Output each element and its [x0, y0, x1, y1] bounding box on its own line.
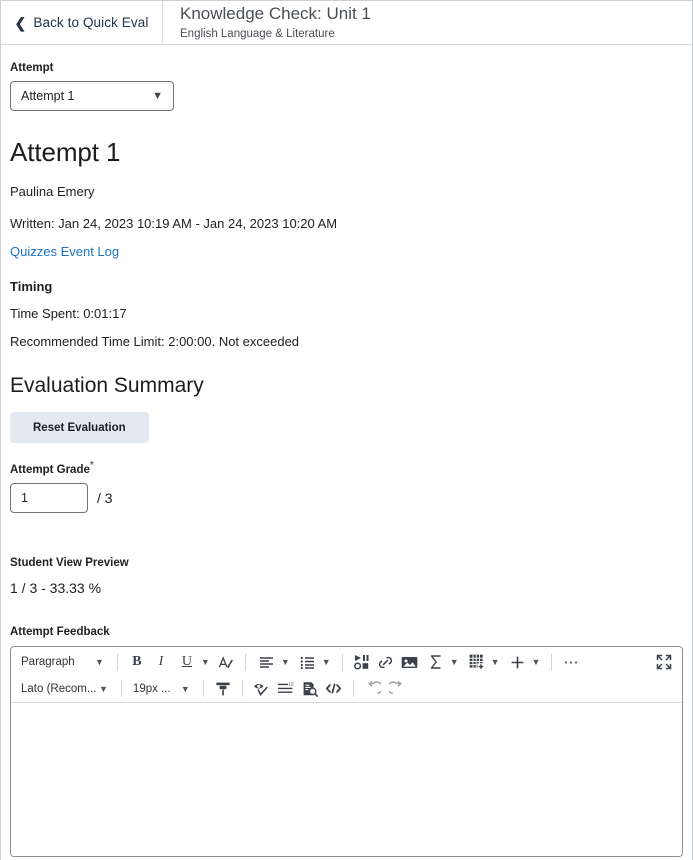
attempt-heading: Attempt 1 [10, 137, 121, 167]
document-preview-icon[interactable] [298, 677, 322, 701]
underline-split-button[interactable]: U ▼ [173, 650, 214, 674]
reset-evaluation-button[interactable]: Reset Evaluation [10, 412, 149, 443]
toolbar-separator [120, 680, 122, 698]
chevron-down-icon[interactable]: ▼ [201, 657, 210, 667]
page-subtitle: English Language & Literature [180, 28, 335, 40]
evaluation-summary-heading: Evaluation Summary [10, 374, 204, 397]
toolbar-separator [341, 653, 343, 671]
chevron-down-icon[interactable]: ▼ [322, 657, 331, 667]
bulleted-list-icon[interactable] [296, 650, 320, 674]
font-size-select[interactable]: 19px ... ▼ [129, 677, 196, 701]
page-root: ❮ Back to Quick Eval Knowledge Check: Un… [0, 0, 693, 860]
toolbar-separator [551, 653, 553, 671]
table-split-button[interactable]: ▼ [463, 650, 504, 674]
attempt-select-label: Attempt [10, 62, 54, 74]
table-icon[interactable] [465, 650, 489, 674]
attempt-select[interactable]: Attempt 1 [10, 81, 174, 111]
toolbar-separator [244, 653, 246, 671]
chevron-down-icon: ▼ [95, 657, 104, 668]
equation-sigma-icon[interactable] [424, 650, 448, 674]
written-timestamps: Written: Jan 24, 2023 10:19 AM - Jan 24,… [10, 216, 338, 231]
bold-button[interactable]: B [125, 650, 149, 674]
font-family-select[interactable]: Lato (Recom... ▼ [17, 677, 114, 701]
toolbar-separator [241, 680, 243, 698]
back-link-inner: ❮ Back to Quick Eval [15, 15, 149, 30]
fullscreen-icon[interactable] [652, 650, 676, 674]
quizzes-event-log-link[interactable]: Quizzes Event Log [10, 244, 119, 259]
attempt-grade-label: Attempt Grade* [10, 460, 683, 476]
editor-toolbar-row-1: Paragraph ▼ B I U ▼ ▼ ▼ ▼ ▼ ▼ ⋯ [11, 649, 682, 676]
required-marker: * [89, 460, 94, 471]
chevron-left-icon: ❮ [14, 14, 27, 31]
image-icon[interactable] [398, 650, 422, 674]
paragraph-style-select[interactable]: Paragraph ▼ [17, 650, 110, 674]
font-family-label: Lato (Recom... [21, 682, 97, 695]
undo-icon[interactable] [361, 677, 385, 701]
page-title: Knowledge Check: Unit 1 [180, 4, 371, 23]
text-color-icon[interactable] [214, 650, 238, 674]
svg-text:123: 123 [289, 682, 295, 687]
attempt-grade-label-text: Attempt Grade [10, 463, 90, 476]
font-size-label: 19px ... [132, 682, 171, 695]
redo-icon[interactable] [385, 677, 409, 701]
chevron-down-icon[interactable]: ▼ [450, 657, 459, 667]
time-spent: Time Spent: 0:01:17 [10, 306, 127, 321]
align-left-icon[interactable] [255, 650, 279, 674]
back-label: Back to Quick Eval [33, 15, 149, 30]
toolbar-separator [116, 653, 118, 671]
underline-button[interactable]: U [175, 650, 199, 674]
feedback-editor-content[interactable] [11, 702, 682, 856]
timing-heading: Timing [10, 279, 53, 294]
accessibility-checker-icon[interactable] [250, 677, 274, 701]
more-options-icon[interactable]: ⋯ [559, 650, 583, 674]
page-body: Attempt Attempt 1 ▼ Attempt 1 Paulina Em… [1, 62, 692, 857]
attempt-select-wrapper: Attempt 1 ▼ [10, 81, 174, 111]
time-limit: Recommended Time Limit: 2:00:00. Not exc… [10, 334, 300, 349]
grade-denominator: / 3 [97, 489, 113, 506]
plus-icon[interactable] [506, 650, 530, 674]
link-icon[interactable] [374, 650, 398, 674]
paragraph-style-label: Paragraph [21, 656, 75, 669]
header-title-group: Knowledge Check: Unit 1 English Language… [163, 1, 692, 44]
word-count-icon[interactable]: 123 [274, 677, 298, 701]
toolbar-separator [202, 680, 204, 698]
italic-button[interactable]: I [149, 650, 173, 674]
align-split-button[interactable]: ▼ [253, 650, 294, 674]
back-to-quick-eval-button[interactable]: ❮ Back to Quick Eval [1, 1, 163, 44]
format-painter-icon[interactable] [211, 677, 235, 701]
attempt-grade-input[interactable] [10, 482, 88, 513]
insert-stuff-icon[interactable] [350, 650, 374, 674]
insert-plus-split-button[interactable]: ▼ [504, 650, 545, 674]
feedback-rich-text-editor: Paragraph ▼ B I U ▼ ▼ ▼ ▼ ▼ ▼ ⋯ Lato (Re… [10, 645, 683, 857]
equation-split-button[interactable]: ▼ [422, 650, 463, 674]
toolbar-separator [352, 680, 354, 698]
student-view-preview-value: 1 / 3 - 33.33 % [10, 579, 102, 596]
page-header: ❮ Back to Quick Eval Knowledge Check: Un… [1, 1, 692, 45]
list-split-button[interactable]: ▼ [294, 650, 335, 674]
attempt-feedback-label: Attempt Feedback [10, 625, 110, 638]
student-name: Paulina Emery [10, 184, 95, 199]
chevron-down-icon: ▼ [99, 683, 108, 694]
chevron-down-icon: ▼ [180, 683, 190, 694]
attempt-grade-row: / 3 [10, 482, 683, 513]
student-view-preview-label: Student View Preview [10, 556, 129, 569]
chevron-down-icon[interactable]: ▼ [532, 657, 541, 667]
editor-toolbar-row-2: Lato (Recom... ▼ 19px ... ▼ 12 [11, 676, 682, 703]
chevron-down-icon[interactable]: ▼ [281, 657, 290, 667]
html-source-icon[interactable] [322, 677, 346, 701]
chevron-down-icon[interactable]: ▼ [491, 657, 500, 667]
